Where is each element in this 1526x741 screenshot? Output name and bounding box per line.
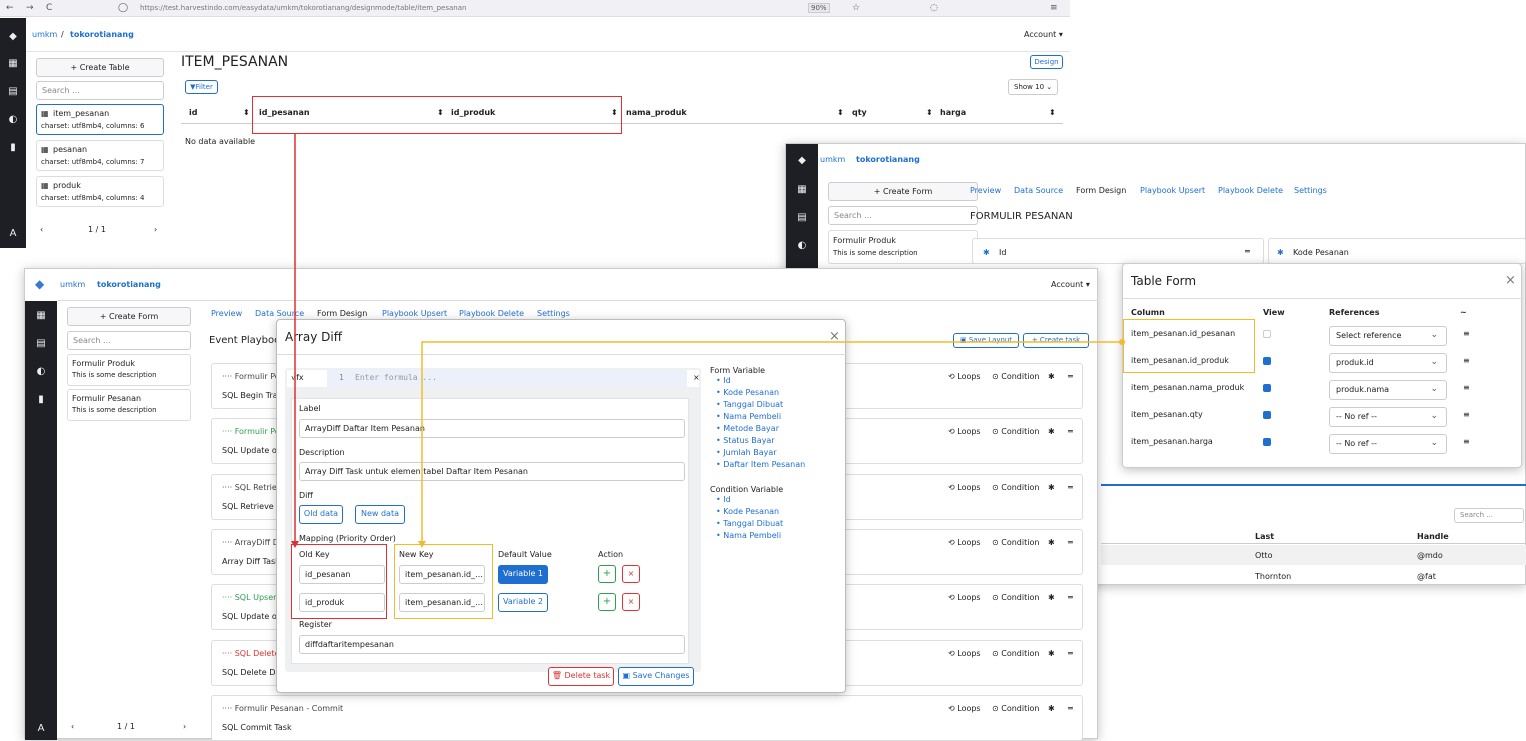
red-arrowhead [291, 541, 299, 548]
yellow-arrowhead [418, 541, 426, 548]
connector-lines [291, 134, 1125, 548]
yellow-dot [1119, 339, 1125, 345]
yellow-connector [421, 341, 1122, 546]
